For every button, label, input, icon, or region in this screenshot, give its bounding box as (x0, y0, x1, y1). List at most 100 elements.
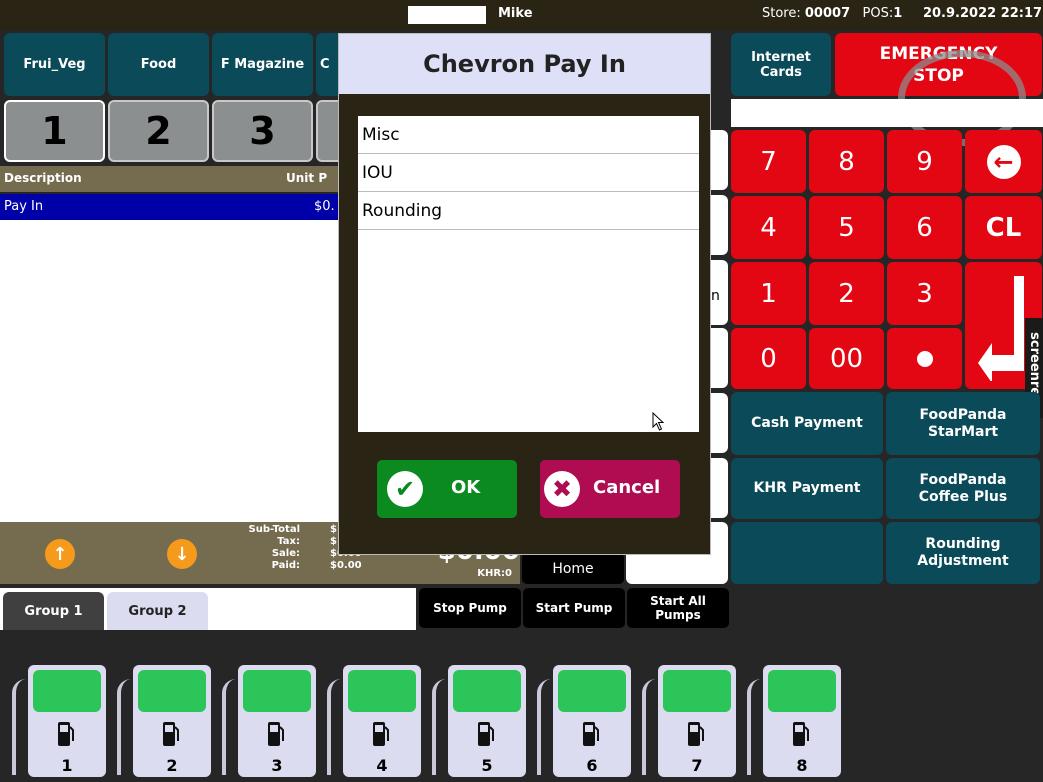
datetime: 20.9.2022 22:17 (922, 6, 1043, 21)
table-row[interactable]: Pay In $0. (0, 194, 340, 220)
scroll-down-button[interactable]: ↓ (167, 539, 197, 569)
checkmark-icon: ✔ (387, 471, 423, 507)
tab-group-1[interactable]: Group 1 (3, 592, 104, 630)
user-name: Mike (498, 6, 533, 21)
decimal-point-button[interactable] (887, 328, 962, 389)
dot-icon (916, 350, 933, 367)
pump-number: 7 (691, 756, 703, 775)
category-frui-veg[interactable]: Frui_Veg (4, 33, 105, 96)
pump-6[interactable]: 6 (535, 665, 640, 777)
middle-button-2[interactable] (711, 195, 728, 255)
pump-number: 1 (61, 756, 73, 775)
pump-number: 3 (271, 756, 283, 775)
key-4[interactable]: 4 (731, 196, 806, 259)
middle-button-1[interactable] (711, 130, 728, 190)
key-6[interactable]: 6 (887, 196, 962, 259)
fuel-pump-icon (793, 722, 809, 746)
pump-card: 6 (553, 665, 631, 777)
tab-2[interactable]: 2 (108, 100, 209, 162)
pump-display (663, 670, 731, 712)
clear-button[interactable]: CL (965, 196, 1042, 259)
fuel-pump-icon (58, 722, 74, 746)
ok-button[interactable]: ✔ OK (377, 460, 517, 518)
pump-number: 6 (586, 756, 598, 775)
pump-display (33, 670, 101, 712)
category-f-magazine[interactable]: F Magazine (212, 33, 313, 96)
pump-8[interactable]: 8 (745, 665, 850, 777)
backspace-button[interactable]: ← (965, 130, 1042, 193)
pump-card: 2 (133, 665, 211, 777)
fuel-pump-icon (688, 722, 704, 746)
key-00[interactable]: 00 (809, 328, 884, 389)
key-3[interactable]: 3 (887, 262, 962, 325)
key-8[interactable]: 8 (809, 130, 884, 193)
pump-4[interactable]: 4 (325, 665, 430, 777)
cancel-label: Cancel (593, 477, 661, 498)
middle-button-6[interactable] (711, 458, 728, 518)
pump-3[interactable]: 3 (220, 665, 325, 777)
foodpanda-starmart-button[interactable]: FoodPanda StarMart (886, 392, 1040, 455)
pump-card: 1 (28, 665, 106, 777)
key-1[interactable]: 1 (731, 262, 806, 325)
grid-body (0, 220, 340, 522)
arrow-left-icon: ← (986, 144, 1021, 179)
amount-input[interactable] (731, 99, 1043, 127)
home-button[interactable]: Home (522, 553, 624, 584)
col-unit-price: Unit P (286, 171, 328, 185)
blank-payment-button[interactable] (731, 522, 883, 584)
internet-cards-button[interactable]: Internet Cards (731, 33, 831, 96)
khr-payment-button[interactable]: KHR Payment (731, 458, 883, 519)
key-9[interactable]: 9 (887, 130, 962, 193)
list-item-iou[interactable]: IOU (358, 154, 699, 192)
col-description: Description (4, 171, 82, 185)
key-7[interactable]: 7 (731, 130, 806, 193)
mouse-cursor-icon (652, 412, 665, 431)
scroll-up-button[interactable]: ↑ (45, 539, 75, 569)
rounding-adjustment-button[interactable]: Rounding Adjustment (886, 522, 1040, 584)
pay-in-list[interactable]: Misc IOU Rounding (358, 116, 699, 432)
pump-7[interactable]: 7 (640, 665, 745, 777)
fuel-pump-icon (583, 722, 599, 746)
pump-1[interactable]: 1 (10, 665, 115, 777)
user-box (408, 6, 486, 24)
category-food[interactable]: Food (108, 33, 209, 96)
row-unit-price: $0. (314, 199, 335, 214)
tab-1[interactable]: 1 (4, 100, 105, 162)
totals-labels: Sub-Total Tax: Sale: Paid: (248, 524, 300, 571)
list-item-misc[interactable]: Misc (358, 116, 699, 154)
dialog-title: Chevron Pay In (339, 34, 710, 94)
pump-display (243, 670, 311, 712)
tab-group-2[interactable]: Group 2 (107, 592, 208, 630)
pump-display (558, 670, 626, 712)
middle-button-4[interactable] (711, 328, 728, 388)
fuel-pump-icon (373, 722, 389, 746)
middle-button-5[interactable] (711, 393, 728, 453)
middle-button-3[interactable]: n (711, 260, 728, 325)
start-pump-button[interactable]: Start Pump (523, 588, 625, 628)
tab-3[interactable]: 3 (212, 100, 313, 162)
fuel-pump-icon (163, 722, 179, 746)
foodpanda-coffee-button[interactable]: FoodPanda Coffee Plus (886, 458, 1040, 519)
pump-display (768, 670, 836, 712)
key-2[interactable]: 2 (809, 262, 884, 325)
pump-number: 4 (376, 756, 388, 775)
pump-display (453, 670, 521, 712)
cash-payment-button[interactable]: Cash Payment (731, 392, 883, 455)
store-info: Store: 00007 POS:1 20.9.2022 22:17 (762, 6, 1043, 21)
pump-card: 7 (658, 665, 736, 777)
fuel-pump-icon (268, 722, 284, 746)
pump-card: 3 (238, 665, 316, 777)
pump-card: 8 (763, 665, 841, 777)
cancel-button[interactable]: ✖ Cancel (540, 460, 680, 518)
key-5[interactable]: 5 (809, 196, 884, 259)
list-item-rounding[interactable]: Rounding (358, 192, 699, 230)
top-bar: Mike Store: 00007 POS:1 20.9.2022 22:17 (0, 0, 1043, 30)
pump-5[interactable]: 5 (430, 665, 535, 777)
fuel-pump-icon (478, 722, 494, 746)
start-all-pumps-button[interactable]: Start All Pumps (627, 588, 729, 628)
pay-in-dialog: Chevron Pay In Misc IOU Rounding ✔ OK ✖ … (338, 33, 711, 555)
stop-pump-button[interactable]: Stop Pump (419, 588, 521, 628)
key-0[interactable]: 0 (731, 328, 806, 389)
pump-number: 5 (481, 756, 493, 775)
pump-2[interactable]: 2 (115, 665, 220, 777)
